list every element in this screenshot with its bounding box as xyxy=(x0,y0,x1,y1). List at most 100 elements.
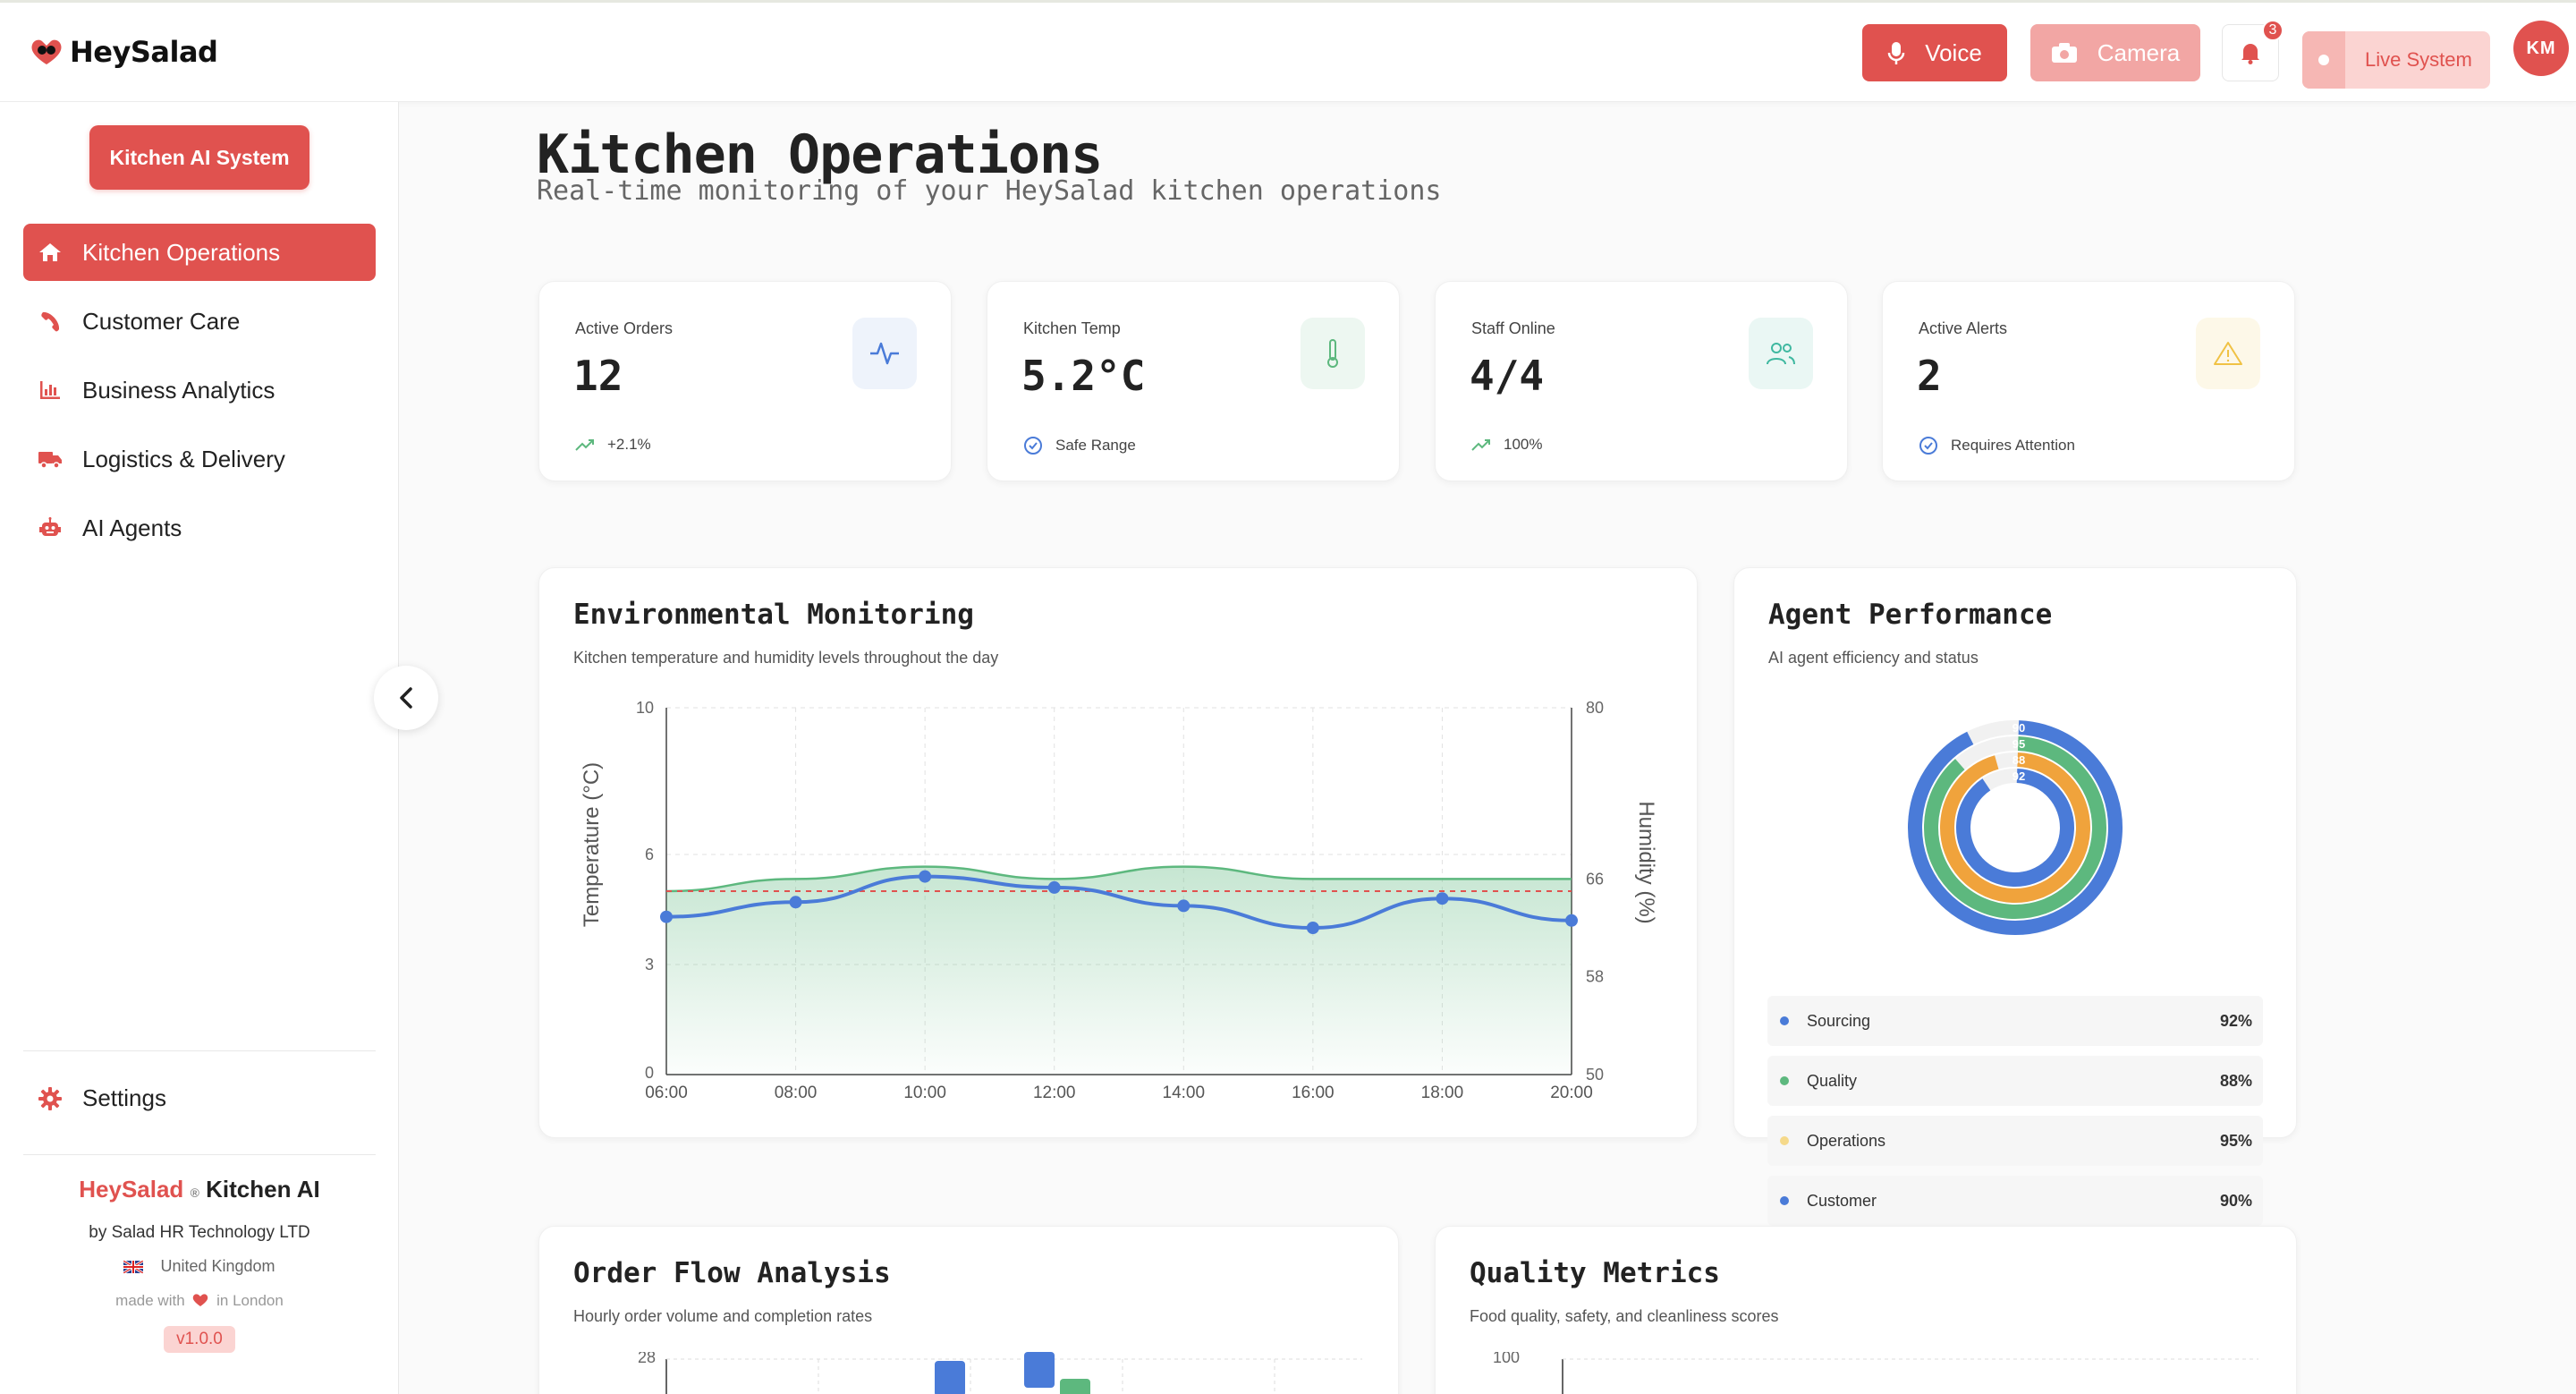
footer-brand-name: HeySalad xyxy=(79,1176,184,1203)
stat-card-kitchen-temp: Kitchen Temp 5.2°C Safe Range xyxy=(987,281,1400,481)
order-flow-chart: 28 xyxy=(638,1352,1362,1394)
temperature-point xyxy=(660,910,673,923)
x-tick-label: 20:00 xyxy=(1550,1084,1593,1102)
settings-label: Settings xyxy=(82,1084,166,1111)
y-tick-label: 0 xyxy=(645,1064,654,1082)
footer-company: by Salad HR Technology LTD xyxy=(89,1223,310,1242)
x-tick-label: 16:00 xyxy=(1292,1084,1335,1102)
footer-brand: HeySalad ® Kitchen AI xyxy=(23,1176,376,1203)
x-tick-label: 06:00 xyxy=(645,1084,688,1102)
y2-tick-label: 58 xyxy=(1586,968,1604,986)
live-indicator xyxy=(2302,31,2345,89)
y2-tick-label: 80 xyxy=(1586,699,1604,717)
stat-footer-text: 100% xyxy=(1504,436,1543,453)
stat-card-active-orders: Active Orders 12 +2.1% xyxy=(538,281,952,481)
panel-subtitle: Food quality, safety, and cleanliness sc… xyxy=(1470,1307,1779,1325)
sidebar-item-settings[interactable]: Settings xyxy=(38,1084,166,1112)
user-avatar[interactable]: KM xyxy=(2513,21,2569,76)
home-icon xyxy=(38,240,63,265)
camera-button[interactable]: Camera xyxy=(2030,24,2200,81)
agent-radial-chart: 90 95 88 92 xyxy=(1908,720,2123,935)
quality-metrics-panel: Quality Metrics Food quality, safety, an… xyxy=(1435,1226,2297,1394)
stat-label: Staff Online xyxy=(1471,319,1555,337)
x-tick-label: 10:00 xyxy=(903,1084,946,1102)
y-tick-label: 28 xyxy=(638,1352,656,1366)
version-badge: v1.0.0 xyxy=(164,1326,235,1353)
order-bar xyxy=(1024,1352,1055,1388)
phone-icon xyxy=(38,309,63,334)
panel-subtitle: Hourly order volume and completion rates xyxy=(573,1307,873,1325)
footer-country-text: United Kingdom xyxy=(160,1257,275,1275)
sidebar-divider xyxy=(23,1050,376,1051)
sidebar-item-label: AI Agents xyxy=(82,514,182,541)
thermometer-icon xyxy=(1301,318,1365,389)
sidebar-item-label: Business Analytics xyxy=(82,376,275,404)
stat-value: 12 xyxy=(573,352,623,400)
y-tick-label: 100 xyxy=(1493,1352,1520,1366)
stat-label: Active Orders xyxy=(575,319,674,337)
sidebar-item-logistics-delivery[interactable]: Logistics & Delivery xyxy=(23,430,376,488)
x-tick-label: 14:00 xyxy=(1163,1084,1206,1102)
footer-made-with: made with in London xyxy=(23,1292,376,1310)
agent-performance-panel: Agent Performance AI agent efficiency an… xyxy=(1733,567,2297,1138)
kitchen-ai-system-button[interactable]: Kitchen AI System xyxy=(89,125,309,190)
stat-value: 4/4 xyxy=(1470,352,1545,400)
logo[interactable]: HeySalad xyxy=(29,35,218,69)
stat-value: 2 xyxy=(1917,352,1942,400)
sidebar: Kitchen AI System Kitchen Operations Cus… xyxy=(0,102,399,1394)
check-circle-icon xyxy=(1024,437,1042,455)
live-dot-icon xyxy=(2318,55,2329,65)
trending-up-icon xyxy=(1471,439,1490,451)
environmental-chart: 06:00 08:00 10:00 12:00 14:00 16:00 18:00 20:00… xyxy=(580,699,1658,1102)
sidebar-item-kitchen-operations[interactable]: Kitchen Operations xyxy=(23,224,376,281)
live-system-label: Live System xyxy=(2365,48,2472,71)
check-circle-icon xyxy=(1919,437,1937,455)
robot-icon xyxy=(38,515,63,540)
voice-button[interactable]: Voice xyxy=(1862,24,2007,81)
temperature-point xyxy=(919,870,932,883)
y-tick-label: 6 xyxy=(645,846,654,863)
heysalad-logo-icon xyxy=(31,39,62,64)
sidebar-divider xyxy=(23,1154,376,1155)
sidebar-item-label: Customer Care xyxy=(82,307,241,335)
ring-value-label: 90 xyxy=(2012,721,2025,735)
temperature-point xyxy=(1565,914,1578,927)
panel-title: Agent Performance xyxy=(1768,599,2053,631)
stat-card-active-alerts: Active Alerts 2 Requires Attention xyxy=(1882,281,2295,481)
ring-value-label: 95 xyxy=(2012,737,2025,751)
collapse-sidebar-button[interactable] xyxy=(374,666,438,730)
made-with-suffix: in London xyxy=(216,1292,284,1309)
sidebar-item-ai-agents[interactable]: AI Agents xyxy=(23,499,376,557)
microphone-icon xyxy=(1887,42,1905,64)
uk-flag-icon xyxy=(123,1259,145,1275)
agent-name: Customer xyxy=(1807,1191,1877,1210)
sidebar-nav: Kitchen Operations Customer Care Busines… xyxy=(23,224,376,568)
sidebar-footer: HeySalad ® Kitchen AI by Salad HR Techno… xyxy=(23,1176,376,1353)
y-axis-label: Temperature (°C) xyxy=(580,762,604,927)
page-subtitle: Real-time monitoring of your HeySalad ki… xyxy=(537,175,1442,207)
made-with-prefix: made with xyxy=(115,1292,185,1309)
sidebar-item-business-analytics[interactable]: Business Analytics xyxy=(23,361,376,419)
activity-icon xyxy=(852,318,917,389)
sidebar-item-label: Logistics & Delivery xyxy=(82,445,285,472)
status-dot-icon xyxy=(1780,1196,1789,1205)
stat-card-staff-online: Staff Online 4/4 100% xyxy=(1435,281,1848,481)
truck-icon xyxy=(38,446,63,472)
bar-chart-icon xyxy=(38,378,63,403)
y-tick-label: 3 xyxy=(645,956,654,973)
temperature-point xyxy=(1047,880,1061,894)
stat-footer: Safe Range xyxy=(1023,436,1136,455)
registered-mark: ® xyxy=(190,1186,199,1200)
temperature-point xyxy=(1436,892,1449,905)
y2-tick-label: 50 xyxy=(1586,1066,1604,1084)
live-system-button[interactable]: Live System xyxy=(2302,31,2490,89)
environmental-monitoring-panel: Environmental Monitoring Kitchen tempera… xyxy=(538,567,1698,1138)
stat-label: Active Alerts xyxy=(1919,319,2008,337)
sidebar-item-customer-care[interactable]: Customer Care xyxy=(23,293,376,350)
quality-metrics-chart: 100 xyxy=(1493,1352,2258,1394)
stat-footer-text: +2.1% xyxy=(607,436,651,453)
x-tick-label: 18:00 xyxy=(1421,1084,1464,1102)
notifications-button[interactable]: 3 xyxy=(2222,20,2284,81)
list-item-customer[interactable]: Customer 90% xyxy=(1767,1176,2263,1226)
temperature-point xyxy=(1306,922,1319,934)
